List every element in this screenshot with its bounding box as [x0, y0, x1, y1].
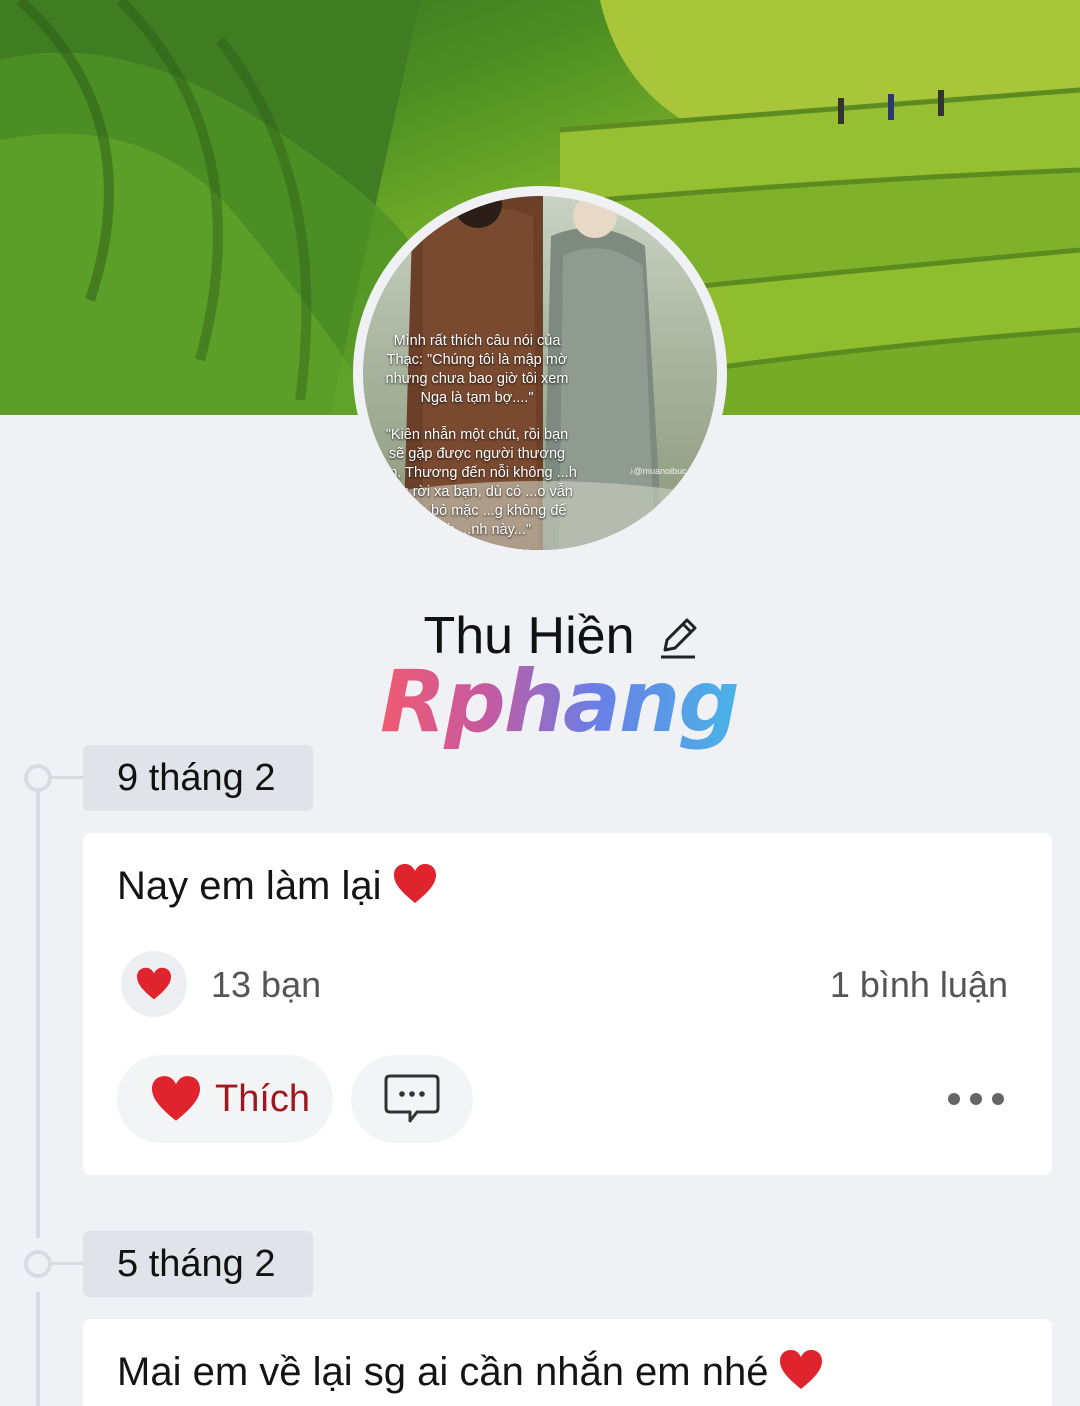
post-text: Mai em về lại sg ai cần nhắn em nhé [117, 1350, 769, 1394]
reaction-summary[interactable] [121, 951, 187, 1017]
timeline-tick [50, 776, 84, 779]
avatar[interactable]: Mình rất thích câu nói của Thạc: "Chúng … [353, 186, 727, 560]
post-text: Nay em làm lại [117, 864, 382, 908]
heart-icon [393, 864, 436, 903]
post-card: Mai em về lại sg ai cần nhắn em nhé [83, 1319, 1052, 1406]
timeline-line [36, 792, 40, 1238]
timeline-tick [50, 1262, 84, 1265]
post-text-row: Mai em về lại sg ai cần nhắn em nhé [117, 1349, 824, 1395]
avatar-handle: ♪@muanoibuc [629, 466, 687, 476]
avatar-image: Mình rất thích câu nói của Thạc: "Chúng … [363, 196, 717, 550]
more-icon[interactable] [948, 1083, 1004, 1115]
timeline-dot [24, 1250, 52, 1278]
like-label: Thích [215, 1077, 311, 1120]
comment-button[interactable] [351, 1055, 473, 1143]
comment-count[interactable]: 1 bình luận [830, 964, 1008, 1006]
heart-icon [780, 1350, 823, 1389]
timeline-line [36, 1292, 40, 1406]
post-text-row: Nay em làm lại [117, 863, 438, 909]
post-date: 5 tháng 2 [83, 1231, 313, 1297]
reaction-count[interactable]: 13 bạn [211, 964, 321, 1006]
comment-icon [384, 1074, 440, 1123]
post-date: 9 tháng 2 [83, 745, 313, 811]
avatar-caption: Mình rất thích câu nói của Thạc: "Chúng … [377, 333, 577, 538]
timeline-dot [24, 764, 52, 792]
like-button[interactable]: Thích [117, 1055, 333, 1143]
heart-icon [152, 1076, 200, 1121]
heart-icon [137, 967, 171, 1000]
post-card: Nay em làm lại 13 bạn 1 bình luận Thích [83, 833, 1052, 1175]
watermark-logo: Rphang [380, 652, 740, 752]
